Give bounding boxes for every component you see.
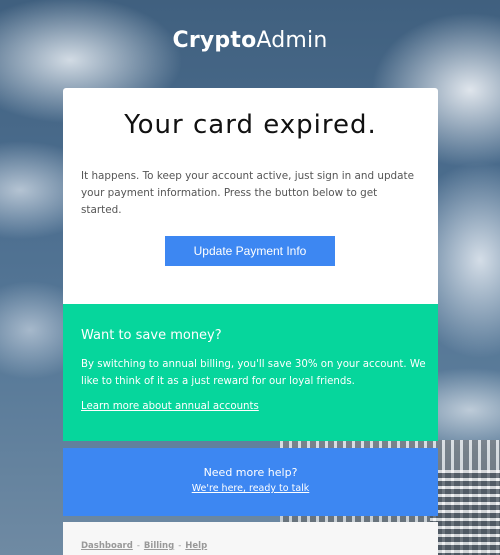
promo-title: Want to save money? <box>81 328 222 343</box>
footer: Dashboard - Billing - Help <box>63 522 438 555</box>
promo-body-text: By switching to annual billing, you'll s… <box>81 359 426 387</box>
building-image-2 <box>430 470 500 555</box>
update-payment-button[interactable]: Update Payment Info <box>165 236 335 266</box>
brand-logo-light: Admin <box>256 28 328 53</box>
card-body-text: It happens. To keep your account active,… <box>81 170 414 216</box>
page-title: Your card expired. <box>124 110 377 140</box>
annual-accounts-link[interactable]: Learn more about annual accounts <box>81 401 259 412</box>
expired-card-panel: Your card expired. It happens. To keep y… <box>63 88 438 304</box>
footer-link-billing[interactable]: Billing <box>144 541 174 551</box>
annual-billing-promo: Want to save money? By switching to annu… <box>63 304 438 441</box>
help-title: Need more help? <box>203 466 298 479</box>
brand-logo-bold: Crypto <box>172 28 257 53</box>
footer-separator: - <box>178 541 182 551</box>
footer-links: Dashboard - Billing - Help <box>81 541 207 551</box>
help-panel: Need more help? We're here, ready to tal… <box>63 448 438 516</box>
brand-logo: CryptoAdmin <box>0 28 500 53</box>
footer-link-help[interactable]: Help <box>185 541 207 551</box>
footer-link-dashboard[interactable]: Dashboard <box>81 541 133 551</box>
contact-link[interactable]: We're here, ready to talk <box>63 483 438 494</box>
footer-separator: - <box>136 541 140 551</box>
